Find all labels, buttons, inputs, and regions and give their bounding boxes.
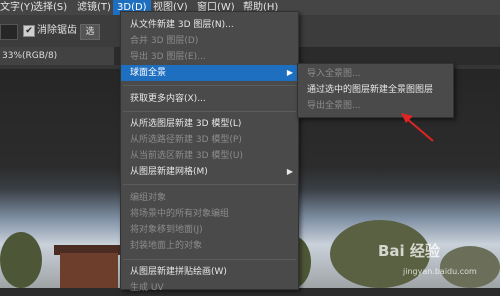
menu-item-move-to-ground[interactable]: 将对象移到地面(J) [121,222,298,238]
select-mask-button[interactable]: 选 [80,24,100,40]
menu-item-merge-3d-layers[interactable]: 合并 3D 图层(D) [121,33,298,49]
menu-item-export-3d-layer[interactable]: 导出 3D 图层(E)... [121,49,298,65]
menu-item-new-model-from-layer[interactable]: 从所选图层新建 3D 模型(L) [121,116,298,132]
tree-left [0,232,42,288]
menu-item-new-mesh-from-layer[interactable]: 从图层新建网格(M) ▶ [121,164,298,180]
menu-type[interactable]: 文字(Y) [0,0,34,15]
menu-item-pack-on-ground[interactable]: 封装地面上的对象 [121,238,298,254]
submenu-arrow-icon: ▶ [286,167,293,176]
menu-separator [123,111,296,112]
menu-item-spherical-panorama[interactable]: 球面全景 ▶ [121,65,298,81]
antialias-checkbox[interactable]: ✔ [23,25,35,37]
menu-separator [123,259,296,260]
menu-item-new-model-from-selection[interactable]: 从当前选区新建 3D 模型(U) [121,148,298,164]
menu-item-get-more-content[interactable]: 获取更多内容(X)... [121,91,298,107]
menu-select[interactable]: 选择(S) [33,0,67,15]
menu-item-new-model-from-path[interactable]: 从所选路径新建 3D 模型(P) [121,132,298,148]
house [60,253,118,288]
submenu-arrow-icon: ▶ [286,68,293,77]
menu-separator [123,85,296,86]
menu-item-new-tiled-painting[interactable]: 从图层新建拼贴绘画(W) [121,264,298,280]
new-mesh-label: 从图层新建网格(M) [130,167,208,177]
submenu-item-new-panorama-from-layer[interactable]: 通过选中的图层新建全景图图层 [298,82,453,98]
submenu-item-export-panorama[interactable]: 导出全景图... [298,98,453,114]
3d-menu: 从文件新建 3D 图层(N)... 合并 3D 图层(D) 导出 3D 图层(E… [120,11,299,293]
option-field[interactable] [0,24,18,40]
menu-filter[interactable]: 滤镜(T) [77,0,111,15]
spherical-panorama-label: 球面全景 [130,68,167,78]
panorama-submenu: 导入全景图... 通过选中的图层新建全景图图层 导出全景图... [297,63,454,118]
menu-separator [123,184,296,185]
menu-item-group-all-in-scene[interactable]: 将场景中的所有对象编组 [121,206,298,222]
watermark-logo: Bai 经验 [378,242,440,260]
menu-item-new-3d-layer-from-file[interactable]: 从文件新建 3D 图层(N)... [121,17,298,33]
antialias-label: 消除锯齿 [37,25,77,36]
menu-item-generate-uv[interactable]: 生成 UV [121,280,298,296]
submenu-item-import-panorama[interactable]: 导入全景图... [298,66,453,82]
document-tab-label: 33%(RGB/8) [2,51,58,61]
watermark-url: jingyan.baidu.com [403,267,477,276]
document-tab[interactable]: 33%(RGB/8) [0,47,114,65]
menu-item-group-objects[interactable]: 编组对象 [121,190,298,206]
